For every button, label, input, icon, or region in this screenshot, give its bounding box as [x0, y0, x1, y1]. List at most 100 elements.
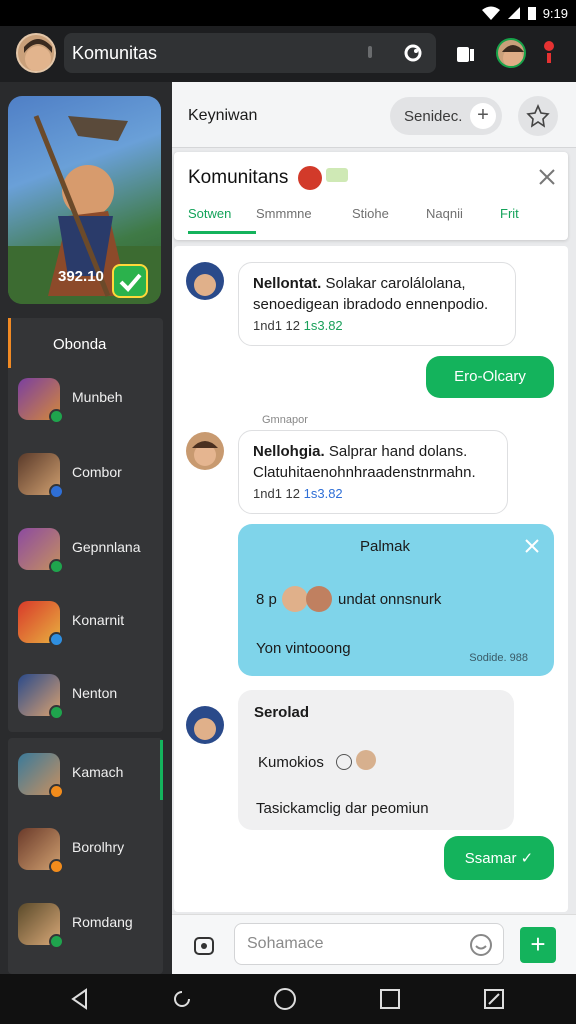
sidebar-item-6[interactable]: Kamach: [8, 747, 162, 803]
group-title: Obonda: [53, 336, 107, 353]
attach-icon[interactable]: [192, 933, 216, 957]
screenshot-icon[interactable]: [482, 987, 506, 1011]
sidebar-item-3[interactable]: Gepnnlana: [8, 522, 162, 578]
battery-icon: [527, 7, 536, 20]
message-avatar[interactable]: [186, 432, 224, 470]
sidebar-item-4[interactable]: Konarnit: [8, 595, 162, 651]
tab-smmmne[interactable]: Smmmne: [256, 206, 352, 234]
sidebar-item-label: Munbeh: [72, 389, 123, 405]
badge-icon: [49, 559, 64, 574]
back-icon[interactable]: [68, 987, 92, 1011]
user-face-icon: [194, 718, 216, 740]
badge-icon: [49, 934, 64, 949]
reply-bubble: Ssamar ✓: [444, 836, 554, 880]
message-time: 1nd1 12: [253, 486, 300, 501]
home-icon[interactable]: [273, 987, 297, 1011]
emoji-icon[interactable]: [469, 933, 493, 957]
message-text-2: Tasickamclig dar peomiun: [256, 800, 429, 817]
close-icon[interactable]: [538, 168, 556, 186]
game-icon-brown: [18, 828, 64, 874]
message-text: Kumokios: [258, 754, 324, 771]
sidebar-item-label: Nenton: [72, 685, 118, 701]
featured-game-card[interactable]: 392.10: [8, 96, 161, 304]
cards-icon[interactable]: [454, 43, 476, 65]
reply-text: Ssamar ✓: [464, 850, 534, 867]
mic-icon[interactable]: [362, 45, 378, 61]
header-pill-button[interactable]: Senidec. +: [390, 97, 502, 135]
message-text-2: senoedigean ibradodo ennenpodio.: [253, 296, 489, 313]
system-nav-bar: [0, 974, 576, 1024]
send-label: +: [530, 929, 546, 959]
sidebar-item-label: Konarnit: [72, 612, 125, 628]
message-author: Serolad: [254, 704, 310, 721]
friend-avatar[interactable]: [496, 38, 526, 68]
inline-avatar: [356, 750, 376, 770]
card-close-icon[interactable]: [524, 538, 540, 554]
top-bar: Komunitas: [0, 26, 576, 82]
message-bubble: Serolad Kumokios Tasickamclig dar peomiu…: [238, 690, 514, 830]
refresh-icon[interactable]: [402, 42, 424, 64]
tab-naqnii[interactable]: Naqnii: [426, 206, 500, 234]
friend-face-icon: [502, 45, 524, 66]
user-face-icon: [194, 274, 216, 296]
status-time: 9:19: [542, 5, 568, 21]
info-card: Palmak 8 p undat onnsnurk Yon vintooong …: [238, 524, 554, 676]
sidebar-item-5[interactable]: Nenton: [8, 668, 162, 724]
sidebar-item-label: Kamach: [72, 764, 124, 780]
game-icon-red: [18, 601, 64, 647]
search-text: Komunitas: [72, 43, 158, 63]
card-check-badge[interactable]: [112, 264, 148, 298]
card-mid-text: undat onnsnurk: [338, 591, 442, 608]
sidebar-item-2[interactable]: Combor: [8, 447, 162, 503]
message-author: Nellohgia.: [253, 443, 325, 460]
main-panel: Keyniwan Senidec. + Komunitans Sotwen Sm…: [172, 82, 576, 974]
panel-avatar: [298, 166, 322, 190]
sidebar: 392.10 Obonda Munbeh Combor Gepnnlana Ko…: [0, 82, 172, 974]
message-author: Nellontat.: [253, 275, 322, 292]
pill-label: Senidec.: [404, 108, 463, 125]
search-field[interactable]: Komunitas: [64, 33, 436, 73]
badge-icon: [49, 859, 64, 874]
tab-frit[interactable]: Frit: [500, 206, 519, 234]
badge-icon: [49, 409, 64, 424]
system-tag: Gmnapor: [262, 414, 308, 426]
sidebar-item-8[interactable]: Romdang: [8, 897, 162, 953]
panel-tabs: Sotwen Smmmne Stiohe Naqnii Frit: [188, 206, 519, 234]
game-icon-wizard: [18, 753, 64, 799]
sidebar-item-label: Borolhry: [72, 839, 125, 855]
check-icon: [119, 273, 142, 292]
card-title: Palmak: [360, 538, 411, 555]
tab-sotwen[interactable]: Sotwen: [188, 206, 256, 234]
recents-icon[interactable]: [378, 987, 402, 1011]
message-text: Solakar carolálolana,: [325, 275, 466, 292]
message-avatar[interactable]: [186, 262, 224, 300]
send-button[interactable]: +: [520, 927, 556, 963]
sidebar-item-7[interactable]: Borolhry: [8, 822, 162, 878]
message-avatar[interactable]: [186, 706, 224, 744]
game-icon-purple: [18, 378, 64, 424]
alert-icon[interactable]: [543, 40, 555, 66]
info-icon: [336, 754, 352, 770]
signal-icon: [507, 7, 520, 19]
card-avatar-2: [306, 586, 332, 612]
card-score: 392.10: [58, 268, 104, 285]
rotate-icon[interactable]: [170, 987, 194, 1011]
badge-icon: [49, 632, 64, 647]
panel-tag-icon: [326, 168, 348, 182]
card-avatar-1: [282, 586, 308, 612]
tab-stiohe[interactable]: Stiohe: [352, 206, 426, 234]
message-composer: Sohamace +: [172, 914, 576, 974]
sidebar-item-1[interactable]: Munbeh: [8, 372, 162, 428]
message-text-2: Clatuhitaenohnhraadenstnrmahn.: [253, 464, 476, 481]
panel-title: Komunitans: [188, 167, 289, 188]
game-icon-blue: [18, 674, 64, 720]
badge-icon: [49, 705, 64, 720]
status-icons: 9:19: [481, 5, 568, 21]
star-button[interactable]: [518, 96, 558, 136]
message-input[interactable]: Sohamace: [234, 923, 504, 965]
profile-avatar[interactable]: [16, 33, 56, 73]
message-value: 1s3.82: [303, 486, 343, 501]
badge-icon: [49, 784, 64, 799]
sidebar-item-label: Gepnnlana: [72, 539, 141, 555]
game-icon-pirate: [18, 453, 64, 499]
